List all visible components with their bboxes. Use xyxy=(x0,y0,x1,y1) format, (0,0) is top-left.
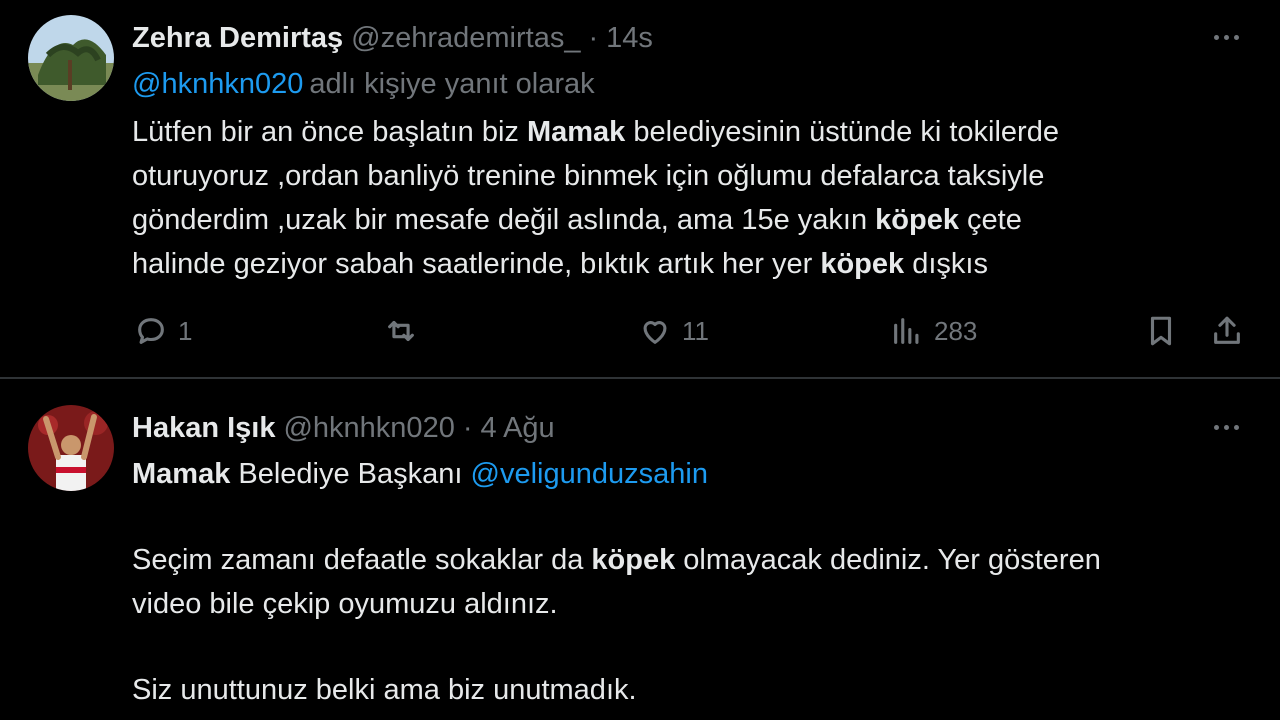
text-line: gönderdim ,uzak bir mesafe değil aslında… xyxy=(132,204,1022,236)
share-icon xyxy=(1214,316,1240,344)
reply-button[interactable]: 1 xyxy=(134,308,192,354)
timestamp[interactable]: 14s xyxy=(606,22,653,54)
author-handle[interactable]: @hknhkn020 xyxy=(283,412,454,444)
reply-icon xyxy=(138,318,164,344)
separator-dot: · xyxy=(588,22,599,54)
separator-dot: · xyxy=(462,412,473,444)
action-bar: 1 11 283 xyxy=(0,308,1280,354)
tweet-hakan[interactable]: Hakan Işık @hknhkn020 · 4 Ağu Mamak Belediy… xyxy=(0,380,1280,720)
text-line: Siz unuttunuz belki ama biz unutmadık. xyxy=(132,674,637,706)
text-line: Lütfen bir an önce başlatın biz Mamak be… xyxy=(132,116,1059,148)
mention-link[interactable]: @veligunduzsahin xyxy=(471,458,708,490)
views-button[interactable]: 283 xyxy=(890,308,977,354)
timestamp[interactable]: 4 Ağu xyxy=(481,412,555,444)
views-icon xyxy=(894,318,919,344)
reply-count: 1 xyxy=(178,315,193,346)
author-name[interactable]: Zehra Demirtaş xyxy=(132,22,343,54)
avatar[interactable] xyxy=(28,15,114,101)
author-handle[interactable]: @zehrademirtas_ xyxy=(351,22,580,54)
bookmark-button[interactable] xyxy=(1144,308,1178,354)
tweet-zehra[interactable]: Zehra Demirtaş @zehrademirtas_ · 14s @hknhk… xyxy=(0,0,1280,378)
reply-context-text: adlı kişiye yanıt olarak xyxy=(309,68,595,100)
author-name[interactable]: Hakan Işık xyxy=(132,412,275,444)
reply-context: @hknhkn020 adlı kişiye yanıt olarak xyxy=(132,66,595,102)
text-line: Mamak Belediye Başkanı @veligunduzsahin xyxy=(132,458,708,490)
heart-icon xyxy=(643,321,667,344)
reply-mention-link[interactable]: @hknhkn020 xyxy=(132,68,303,100)
tweet-header: Zehra Demirtaş @zehrademirtas_ · 14s xyxy=(132,20,653,56)
more-icon[interactable] xyxy=(1208,417,1244,437)
tweet-text: Lütfen bir an önce başlatın biz Mamak be… xyxy=(132,110,1059,286)
avatar[interactable] xyxy=(28,405,114,491)
text-line: halinde geziyor sabah saatlerinde, bıktı… xyxy=(132,248,988,280)
like-button[interactable]: 11 xyxy=(638,308,709,354)
tweet-divider xyxy=(0,377,1280,379)
text-line: oturuyoruz ,ordan banliyö trenine binmek… xyxy=(132,160,1045,192)
share-button[interactable] xyxy=(1210,308,1244,354)
bookmark-icon xyxy=(1150,316,1172,346)
retweet-icon xyxy=(388,320,414,342)
retweet-button[interactable] xyxy=(384,308,428,354)
view-count: 283 xyxy=(934,315,978,346)
text-line: Seçim zamanı defaatle sokaklar da köpek … xyxy=(132,544,1101,576)
like-count: 11 xyxy=(682,315,709,346)
tweet-header: Hakan Işık @hknhkn020 · 4 Ağu xyxy=(132,410,555,446)
more-icon[interactable] xyxy=(1208,27,1244,47)
text-line: video bile çekip oyumuzu aldınız. xyxy=(132,588,558,620)
